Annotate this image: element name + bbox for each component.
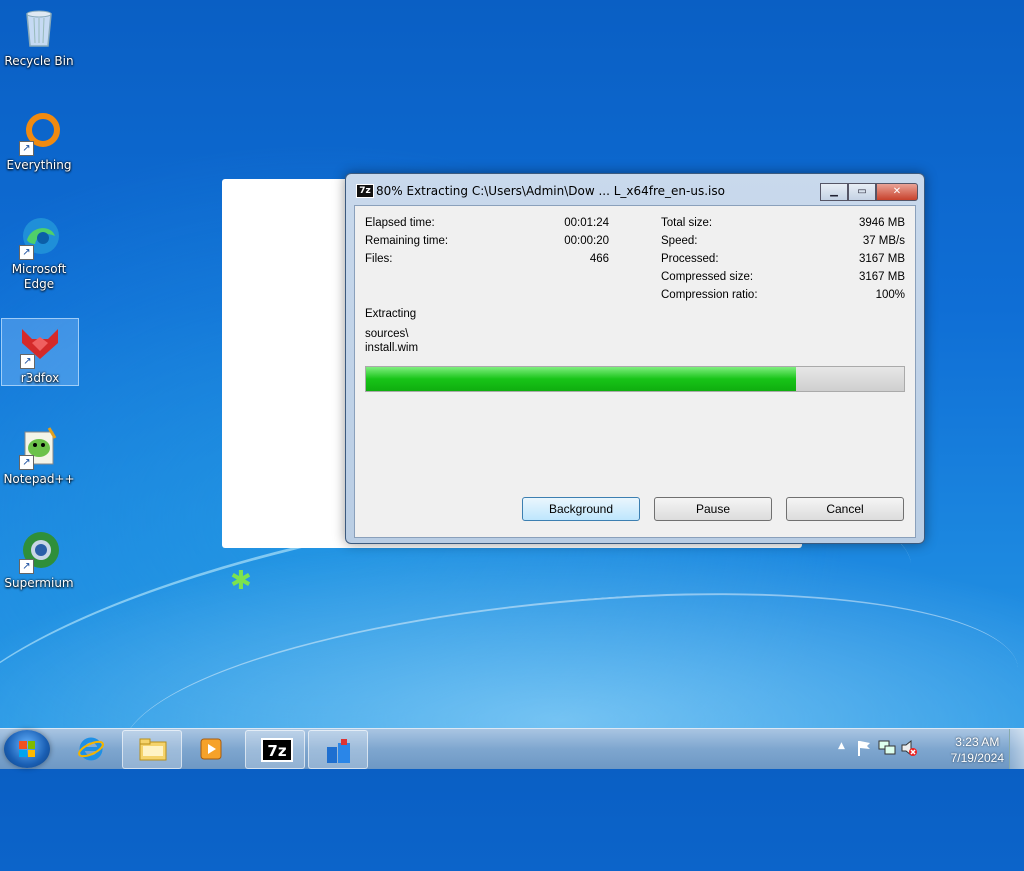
- shortcut-arrow-icon: ↗: [19, 455, 34, 470]
- network-icon[interactable]: [878, 739, 896, 760]
- compression-ratio-label: Compression ratio:: [661, 289, 758, 301]
- background-button[interactable]: Background: [522, 497, 640, 521]
- dialog-title: 80% Extracting C:\Users\Admin\Dow ... L_…: [376, 184, 725, 198]
- current-file: install.wim: [365, 342, 419, 354]
- folder-icon: [138, 737, 167, 761]
- supermium-icon: ↗: [17, 528, 61, 574]
- desktop-icon-label: Recycle Bin: [4, 54, 74, 68]
- volume-muted-icon[interactable]: [900, 739, 918, 760]
- window-controls: ▁ ▭ ✕: [820, 183, 918, 201]
- remaining-time-label: Remaining time:: [365, 235, 449, 247]
- elapsed-time-value: 00:01:24: [564, 217, 609, 229]
- 7zip-icon: 7z: [261, 737, 293, 762]
- progress-bar: [365, 366, 905, 392]
- desktop-icon-label: r3dfox: [20, 371, 60, 385]
- shortcut-arrow-icon: ↗: [19, 245, 34, 260]
- action-center-flag-icon[interactable]: [856, 739, 872, 760]
- dialog-titlebar[interactable]: 7z 80% Extracting C:\Users\Admin\Dow ...…: [346, 174, 924, 204]
- desktop-icon-label: Microsoft Edge: [11, 262, 67, 291]
- progress-bar-fill: [366, 367, 797, 391]
- elapsed-time-label: Elapsed time:: [365, 217, 435, 229]
- total-size-label: Total size:: [661, 217, 713, 229]
- taskbar-media-player[interactable]: [182, 730, 240, 767]
- processed-label: Processed:: [661, 253, 719, 265]
- internet-explorer-icon: [77, 736, 105, 761]
- clock-time: 3:23 AM: [955, 735, 1000, 749]
- desktop-icon-notepad-plus-plus[interactable]: ↗ Notepad++: [1, 424, 77, 487]
- pause-button[interactable]: Pause: [654, 497, 772, 521]
- desktop-icon-label: Notepad++: [3, 472, 75, 486]
- compressed-size-value: 3167 MB: [858, 271, 905, 283]
- desktop-icon-label: Supermium: [4, 576, 74, 590]
- wallpaper-logo: ✱: [230, 566, 252, 596]
- r3dfox-icon: ↗: [18, 323, 62, 369]
- speed-label: Speed:: [661, 235, 698, 247]
- desktop-icon-supermium[interactable]: ↗ Supermium: [1, 528, 77, 591]
- shortcut-arrow-icon: ↗: [19, 141, 34, 156]
- shortcut-arrow-icon: ↗: [20, 354, 35, 369]
- minimize-button[interactable]: ▁: [820, 183, 848, 201]
- clock[interactable]: 3:23 AM 7/19/2024: [951, 734, 1004, 766]
- 7zip-icon: 7z: [356, 184, 374, 198]
- total-size-value: 3946 MB: [858, 217, 905, 229]
- taskbar-app-installer[interactable]: [308, 730, 368, 769]
- desktop-icon-label: Everything: [6, 158, 72, 172]
- taskbar: 7z ▲ 3:23 AM 7/19/2024: [0, 728, 1024, 769]
- desktop-icon-recycle-bin[interactable]: Recycle Bin: [1, 6, 77, 69]
- taskbar-7zip[interactable]: 7z: [245, 730, 305, 769]
- files-label: Files:: [365, 253, 393, 265]
- svg-text:7z: 7z: [267, 742, 286, 760]
- media-player-icon: [197, 736, 225, 760]
- cancel-button[interactable]: Cancel: [786, 497, 904, 521]
- clock-date: 7/19/2024: [950, 751, 1004, 765]
- speed-value: 37 MB/s: [862, 235, 905, 247]
- taskbar-file-explorer[interactable]: [122, 730, 182, 769]
- compressed-size-label: Compressed size:: [661, 271, 754, 283]
- start-button[interactable]: [4, 730, 50, 768]
- installer-icon: [324, 737, 352, 763]
- remaining-time-value: 00:00:20: [564, 235, 609, 247]
- desktop-icon-microsoft-edge[interactable]: ↗ Microsoft Edge: [1, 214, 77, 292]
- windows-logo-icon: [19, 741, 35, 757]
- status-text: Extracting: [365, 308, 417, 320]
- edge-icon: ↗: [17, 214, 61, 260]
- maximize-button[interactable]: ▭: [848, 183, 876, 201]
- close-button[interactable]: ✕: [876, 183, 918, 201]
- show-hidden-icons-button[interactable]: ▲: [838, 741, 845, 751]
- processed-value: 3167 MB: [858, 253, 905, 265]
- compression-ratio-value: 100%: [875, 289, 905, 301]
- current-path: sources\: [365, 328, 409, 340]
- taskbar-internet-explorer[interactable]: [62, 730, 120, 767]
- everything-icon: ↗: [17, 110, 61, 156]
- files-value: 466: [589, 253, 609, 265]
- desktop-icon-everything[interactable]: ↗ Everything: [1, 110, 77, 173]
- notepad-plus-plus-icon: ↗: [17, 424, 61, 470]
- show-desktop-button[interactable]: [1009, 729, 1024, 769]
- recycle-bin-icon: [17, 6, 61, 50]
- system-tray: ▲ 3:23 AM 7/19/2024: [834, 729, 1024, 769]
- desktop-icon-r3dfox[interactable]: ↗ r3dfox: [1, 318, 79, 386]
- shortcut-arrow-icon: ↗: [19, 559, 34, 574]
